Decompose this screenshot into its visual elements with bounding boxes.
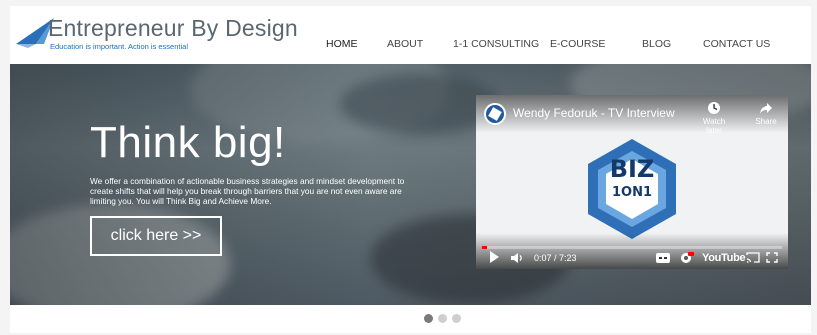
nav-item-consulting[interactable]: 1-1 CONSULTING: [453, 38, 539, 50]
video-progress-bar[interactable]: [482, 246, 782, 249]
channel-avatar[interactable]: [484, 103, 506, 125]
video-progress-fill: [482, 246, 487, 249]
volume-icon[interactable]: [510, 252, 524, 264]
hero-title: Think big!: [90, 118, 286, 167]
play-icon[interactable]: [490, 251, 499, 263]
nav-item-about[interactable]: ABOUT: [387, 38, 423, 50]
cast-icon[interactable]: [746, 252, 760, 263]
hero-description: We offer a combination of actionable bus…: [90, 176, 405, 206]
slider-dots: [10, 314, 811, 326]
share-arrow-icon: [760, 103, 772, 114]
youtube-logo[interactable]: YouTube: [702, 252, 746, 264]
thumbnail-1on1-text: 1ON1: [611, 185, 653, 200]
clock-icon: [708, 102, 720, 114]
thumbnail-biz-text: BIZ: [609, 155, 655, 183]
page-frame: Entrepreneur By Design Education is impo…: [10, 6, 811, 333]
click-here-button[interactable]: click here >>: [90, 216, 222, 256]
nav-item-ecourse[interactable]: E-COURSE: [550, 38, 605, 50]
settings-gear-icon[interactable]: [678, 251, 694, 265]
slider-dot-2[interactable]: [438, 314, 447, 323]
share-label: Share: [755, 117, 777, 126]
fullscreen-icon[interactable]: [766, 252, 778, 263]
watch-later-label: Watch later: [702, 117, 726, 135]
main-nav: HOME ABOUT 1-1 CONSULTING E-COURSE BLOG …: [10, 38, 811, 52]
video-title[interactable]: Wendy Fedoruk - TV Interview: [513, 106, 675, 120]
hero-banner: Think big! We offer a combination of act…: [10, 64, 811, 305]
captions-icon[interactable]: [656, 253, 670, 263]
nav-item-blog[interactable]: BLOG: [642, 38, 671, 50]
site-header: Entrepreneur By Design Education is impo…: [10, 6, 811, 64]
nav-item-contact[interactable]: CONTACT US: [703, 38, 770, 50]
youtube-video-player[interactable]: BIZ 1ON1 Wendy Fedoruk - TV Interview Wa…: [476, 95, 788, 269]
video-time: 0:07 / 7:23: [534, 253, 577, 263]
slider-dot-1[interactable]: [424, 314, 433, 323]
slider-dot-3[interactable]: [452, 314, 461, 323]
share-button[interactable]: Share: [750, 101, 782, 126]
watch-later-button[interactable]: Watch later: [696, 101, 732, 135]
nav-item-home[interactable]: HOME: [326, 38, 358, 50]
